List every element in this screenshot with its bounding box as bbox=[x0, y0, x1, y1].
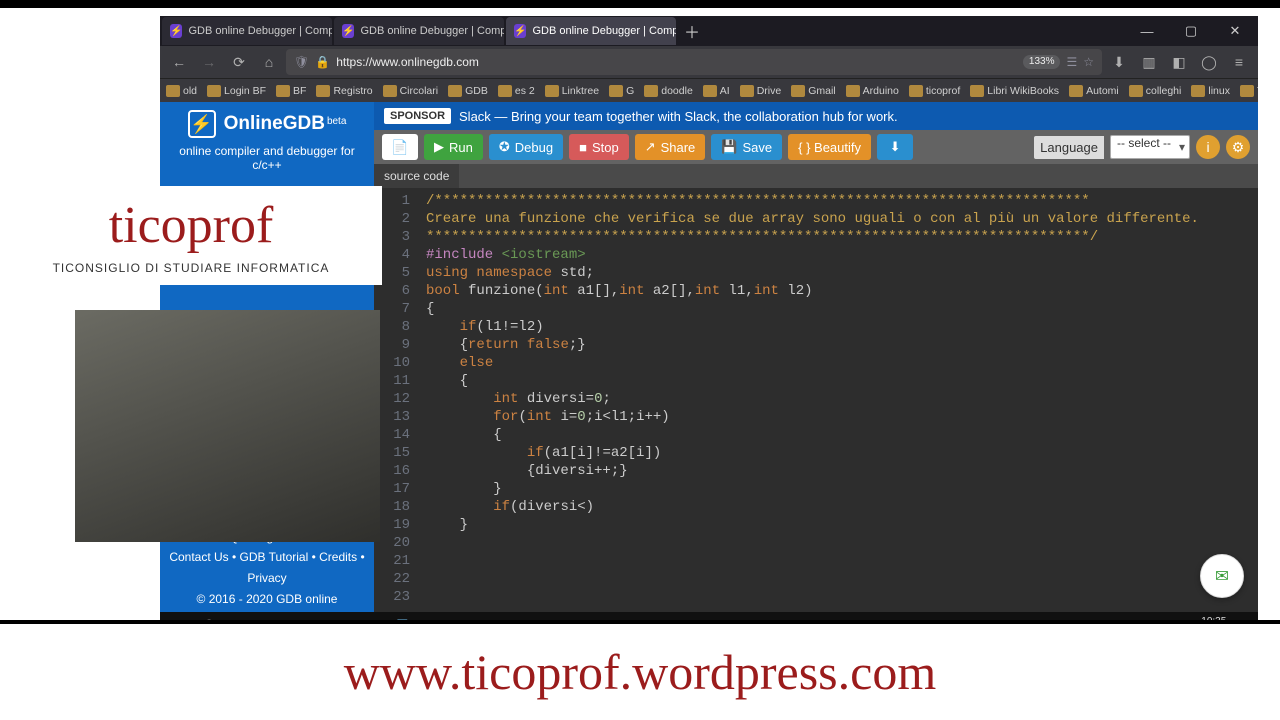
forward-button[interactable]: → bbox=[196, 49, 222, 75]
bookmark-item[interactable]: GDB bbox=[448, 85, 488, 97]
blog-header: ticoprof TICONSIGLIO DI STUDIARE INFORMA… bbox=[0, 186, 382, 285]
bookmark-item[interactable]: Login BF bbox=[207, 85, 266, 97]
browser-tab[interactable]: ⚡GDB online Debugger | Compi× bbox=[334, 17, 504, 45]
bookmark-item[interactable]: ticoprof bbox=[909, 85, 960, 97]
window-close[interactable]: ✕ bbox=[1214, 18, 1256, 44]
bookmark-item[interactable]: es 2 bbox=[498, 85, 535, 97]
bookmark-item[interactable]: G bbox=[609, 85, 634, 97]
file-tab-bar: source code bbox=[374, 164, 1258, 188]
app-subtitle: online compiler and debugger for c/c++ bbox=[160, 142, 374, 180]
bolt-icon: ⚡ bbox=[342, 24, 354, 38]
bookmark-item[interactable]: Automi bbox=[1069, 85, 1119, 97]
new-tab-button[interactable]: ＋ bbox=[678, 19, 706, 43]
bookmark-item[interactable]: linux bbox=[1191, 85, 1230, 97]
bolt-icon: ⚡ bbox=[188, 110, 216, 138]
bookmark-star-icon[interactable]: ☆ bbox=[1083, 55, 1094, 69]
ide-toolbar: 📄 ▶ Run ✪ Debug ■ Stop ↗ Share 💾 Save { … bbox=[374, 130, 1258, 164]
info-icon[interactable]: i bbox=[1196, 135, 1220, 159]
shield-icon: 🛡 bbox=[294, 55, 309, 69]
copyright: © 2016 - 2020 GDB online bbox=[197, 588, 338, 612]
bookmark-item[interactable]: doodle bbox=[644, 85, 693, 97]
reader-icon[interactable]: ☰ bbox=[1066, 55, 1077, 69]
window-minimize[interactable]: — bbox=[1126, 18, 1168, 44]
back-button[interactable]: ← bbox=[166, 49, 192, 75]
run-button[interactable]: ▶ Run bbox=[424, 134, 483, 160]
footer-url: www.ticoprof.wordpress.com bbox=[0, 624, 1280, 720]
sidebar-icon[interactable]: ◧ bbox=[1166, 49, 1192, 75]
bookmark-item[interactable]: Linktree bbox=[545, 85, 599, 97]
app-title: OnlineGDB bbox=[224, 113, 325, 134]
url-bar[interactable]: 🛡 🔒 https://www.onlinegdb.com 133% ☰ ☆ bbox=[286, 49, 1102, 75]
bookmark-item[interactable]: Registro bbox=[316, 85, 372, 97]
bookmark-item[interactable]: Arduino bbox=[846, 85, 899, 97]
bookmark-item[interactable]: Turing bbox=[1240, 85, 1258, 97]
library-icon[interactable]: ▥ bbox=[1136, 49, 1162, 75]
window-maximize[interactable]: ▢ bbox=[1170, 18, 1212, 44]
new-file-button[interactable]: 📄 bbox=[382, 134, 418, 160]
bookmarks-bar: old Login BF BF Registro Circolari GDB es 2 Lin… bbox=[160, 78, 1258, 102]
reload-button[interactable]: ⟳ bbox=[226, 49, 252, 75]
zoom-badge[interactable]: 133% bbox=[1023, 55, 1061, 69]
language-label: Language bbox=[1034, 136, 1104, 159]
lock-icon: 🔒 bbox=[315, 55, 330, 69]
bookmark-item[interactable]: Circolari bbox=[383, 85, 439, 97]
language-select[interactable]: -- select -- bbox=[1110, 135, 1190, 159]
url-text: https://www.onlinegdb.com bbox=[336, 55, 479, 69]
save-button[interactable]: 💾 Save bbox=[711, 134, 782, 160]
bookmark-item[interactable]: Drive bbox=[740, 85, 782, 97]
download-button[interactable]: ⬇ bbox=[877, 134, 913, 160]
app-menu-icon[interactable]: ≡ bbox=[1226, 49, 1252, 75]
bookmark-item[interactable]: Libri WikiBooks bbox=[970, 85, 1059, 97]
stop-button[interactable]: ■ Stop bbox=[569, 134, 629, 160]
tab-strip: ⚡GDB online Debugger | Compi×⚡GDB online… bbox=[160, 16, 1258, 46]
share-button[interactable]: ↗ Share bbox=[635, 134, 706, 160]
browser-tab[interactable]: ⚡GDB online Debugger | Compi× bbox=[162, 17, 332, 45]
sponsor-text: Slack — Bring your team together with Sl… bbox=[459, 109, 898, 124]
beautify-button[interactable]: { } Beautify bbox=[788, 134, 871, 160]
account-icon[interactable]: ◯ bbox=[1196, 49, 1222, 75]
bolt-icon: ⚡ bbox=[170, 24, 182, 38]
bolt-icon: ⚡ bbox=[514, 24, 526, 38]
sponsor-badge: SPONSOR bbox=[384, 108, 451, 124]
debug-button[interactable]: ✪ Debug bbox=[489, 134, 563, 160]
blog-tagline: TICONSIGLIO DI STUDIARE INFORMATICA bbox=[0, 261, 382, 285]
file-tab-source[interactable]: source code bbox=[374, 164, 459, 188]
code-editor[interactable]: 1234567891011121314151617181920212223 /*… bbox=[374, 188, 1258, 612]
home-button[interactable]: ⌂ bbox=[256, 49, 282, 75]
webcam-overlay bbox=[75, 310, 380, 542]
sponsor-bar[interactable]: SPONSOR Slack — Bring your team together… bbox=[374, 102, 1258, 130]
feedback-fab[interactable]: ✉ bbox=[1200, 554, 1244, 598]
bookmark-item[interactable]: old bbox=[166, 85, 197, 97]
downloads-icon[interactable]: ⬇ bbox=[1106, 49, 1132, 75]
settings-icon[interactable]: ⚙ bbox=[1226, 135, 1250, 159]
bookmark-item[interactable]: Gmail bbox=[791, 85, 835, 97]
bookmark-item[interactable]: colleghi bbox=[1129, 85, 1182, 97]
browser-tab[interactable]: ⚡GDB online Debugger | Compi× bbox=[506, 17, 676, 45]
nav-toolbar: ← → ⟳ ⌂ 🛡 🔒 https://www.onlinegdb.com 13… bbox=[160, 46, 1258, 78]
onlinegdb-main: SPONSOR Slack — Bring your team together… bbox=[374, 102, 1258, 612]
bookmark-item[interactable]: AI bbox=[703, 85, 730, 97]
blog-title: ticoprof bbox=[0, 186, 382, 261]
bookmark-item[interactable]: BF bbox=[276, 85, 306, 97]
